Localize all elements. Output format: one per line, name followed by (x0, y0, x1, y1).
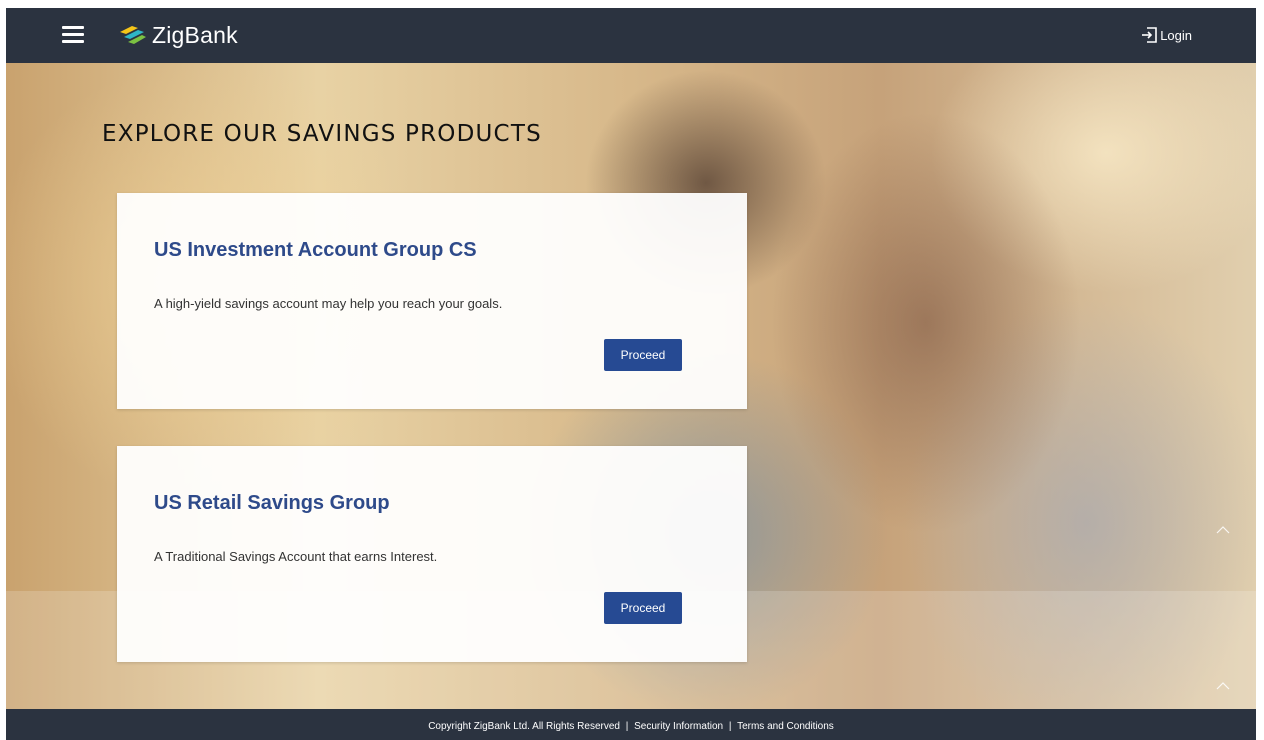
product-name: US Investment Account Group CS (154, 239, 477, 261)
brand-logo[interactable]: ZigBank (118, 20, 238, 50)
login-label: Login (1160, 27, 1192, 43)
login-button[interactable]: Login (1140, 26, 1192, 44)
login-arrow-icon (1142, 27, 1157, 43)
chevron-up-icon[interactable] (1215, 523, 1231, 535)
footer-separator: | (625, 721, 629, 732)
product-card: US Retail Savings Group A Traditional Sa… (117, 446, 747, 662)
footer-separator: | (728, 721, 732, 732)
proceed-button[interactable]: Proceed (604, 339, 682, 371)
proceed-button[interactable]: Proceed (604, 592, 682, 624)
brand-name: ZigBank (152, 21, 238, 48)
security-information-link[interactable]: Security Information (634, 721, 723, 732)
terms-and-conditions-link[interactable]: Terms and Conditions (737, 721, 834, 732)
top-navigation-bar: ZigBank Login (6, 8, 1256, 63)
copyright-text: Copyright ZigBank Ltd. All Rights Reserv… (428, 721, 620, 732)
zigbank-logo-icon (120, 26, 146, 44)
app-frame: ZigBank Login EXPLORE OUR SAVINGS PRODUC… (6, 8, 1256, 740)
page-footer: Copyright ZigBank Ltd. All Rights Reserv… (6, 709, 1256, 740)
product-description: A Traditional Savings Account that earns… (154, 549, 438, 564)
chevron-up-icon[interactable] (1215, 679, 1231, 691)
product-card: US Investment Account Group CS A high-yi… (117, 193, 747, 409)
page-title: EXPLORE OUR SAVINGS PRODUCTS (102, 121, 542, 147)
hamburger-menu-icon[interactable] (62, 26, 84, 44)
product-description: A high-yield savings account may help yo… (154, 296, 503, 311)
product-name: US Retail Savings Group (154, 492, 390, 514)
hero-background-image: EXPLORE OUR SAVINGS PRODUCTS US Investme… (6, 63, 1256, 709)
